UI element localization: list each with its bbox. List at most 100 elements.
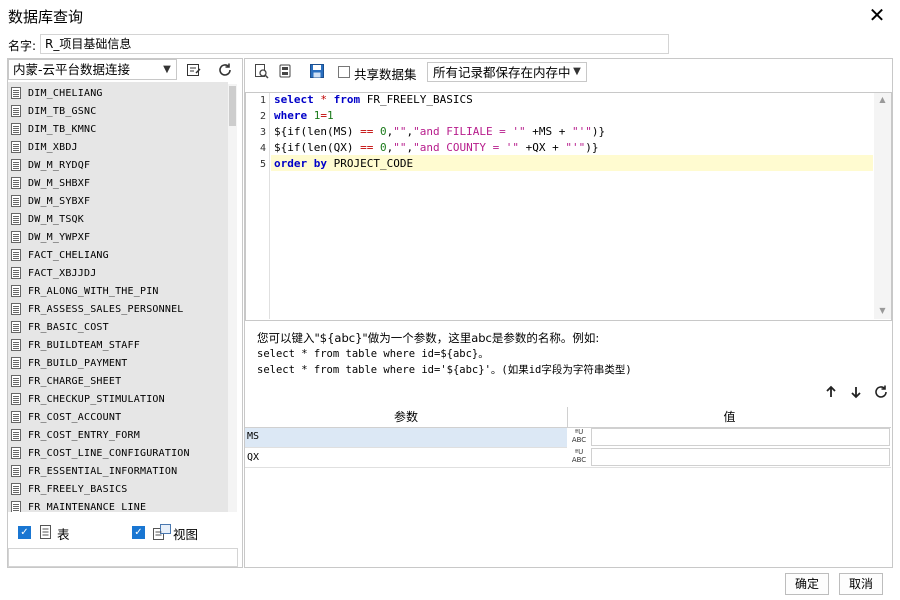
table-list-item[interactable]: DW_M_RYDQF (11, 156, 90, 174)
table-list-item[interactable]: DW_M_SYBXF (11, 192, 90, 210)
table-list-item[interactable]: FR_CHECKUP_STIMULATION (11, 390, 165, 408)
table-name: FR_CHECKUP_STIMULATION (28, 393, 165, 405)
line-number: 2 (259, 111, 266, 122)
table-search-input[interactable] (8, 548, 238, 567)
table-icon (11, 87, 21, 99)
table-filter-checkbox[interactable]: ✓ (18, 526, 31, 539)
table-icon (11, 411, 21, 423)
table-name: DW_M_RYDQF (28, 159, 91, 171)
table-icon (11, 105, 21, 117)
table-name: DIM_TB_GSNC (28, 105, 97, 117)
table-list-item[interactable]: FR_ESSENTIAL_INFORMATION (11, 462, 177, 480)
param-type-icon[interactable]: ªU ABC (567, 427, 591, 447)
code-line: ${if(len(MS) == 0,"","and FILIALE = '" +… (274, 125, 606, 138)
table-name: DIM_TB_KMNC (28, 123, 97, 135)
table-name: DW_M_SHBXF (28, 177, 91, 189)
table-list-item[interactable]: DW_M_YWPXF (11, 228, 90, 246)
table-name: DW_M_TSQK (28, 213, 84, 225)
table-name: DIM_XBDJ (28, 141, 78, 153)
param-type-icon[interactable]: ªU ABC (567, 447, 591, 467)
table-icon (11, 501, 21, 512)
table-name: FACT_XBJJDJ (28, 267, 97, 279)
name-input[interactable]: R_项目基础信息 (40, 34, 669, 54)
chevron-up-icon[interactable]: ▲ (874, 93, 891, 107)
code-line: ${if(len(QX) == 0,"","and COUNTY = '" +Q… (274, 141, 599, 154)
table-name: FR_COST_LINE_CONFIGURATION (28, 447, 190, 459)
table-list-item[interactable]: DIM_XBDJ (11, 138, 78, 156)
refresh-params-icon[interactable] (870, 382, 892, 402)
table-list-item[interactable]: DIM_CHELIANG (11, 84, 103, 102)
connection-select[interactable]: 内蒙-云平台数据连接 (8, 59, 177, 80)
chevron-down-icon[interactable]: ▼ (570, 64, 584, 80)
view-filter-checkbox[interactable]: ✓ (132, 526, 145, 539)
share-dataset-checkbox[interactable] (338, 66, 350, 78)
preview-icon[interactable] (250, 61, 272, 81)
param-value-input[interactable] (591, 448, 890, 466)
table-icon (11, 339, 21, 351)
arrow-up-icon[interactable] (820, 382, 842, 402)
table-icon (11, 213, 21, 225)
table-icon (11, 123, 21, 135)
edit-connection-icon[interactable] (183, 60, 205, 80)
table-name: FR_BUILDTEAM_STAFF (28, 339, 140, 351)
table-name: FR_FREELY_BASICS (28, 483, 128, 495)
line-number: 3 (259, 127, 266, 138)
table-icon (11, 141, 21, 153)
table-name: FR_CHARGE_SHEET (28, 375, 122, 387)
view-icon (152, 523, 172, 541)
table-list-item[interactable]: FR_COST_ENTRY_FORM (11, 426, 140, 444)
share-dataset-label: 共享数据集 (354, 67, 417, 82)
table-icon (11, 429, 21, 441)
table-name: FR_COST_ENTRY_FORM (28, 429, 140, 441)
table-list-item[interactable]: FR_ASSESS_SALES_PERSONNEL (11, 300, 184, 318)
table-list-item[interactable]: FR_CHARGE_SHEET (11, 372, 121, 390)
cancel-button[interactable]: 取消 (839, 573, 883, 595)
code-line: select * from FR_FREELY_BASICS (274, 93, 473, 106)
refresh-icon[interactable] (214, 60, 236, 80)
table-name: FR_MAINTENANCE_LINE (28, 501, 147, 513)
database-icon[interactable] (274, 61, 296, 81)
table-list-item[interactable]: FR_BASIC_COST (11, 318, 109, 336)
tree-scrollbar[interactable] (228, 84, 237, 512)
table-list-item[interactable]: DW_M_SHBXF (11, 174, 90, 192)
memory-mode-select[interactable]: 所有记录都保存在内存中 (427, 62, 587, 82)
table-list-item[interactable]: FR_MAINTENANCE_LINE (11, 498, 146, 512)
table-icon (11, 195, 21, 207)
save-icon[interactable] (306, 61, 328, 81)
close-icon[interactable]: ✕ (866, 4, 888, 26)
table-list-item[interactable]: FACT_CHELIANG (11, 246, 109, 264)
tree-scrollbar-thumb[interactable] (229, 86, 236, 126)
table-name: FR_ESSENTIAL_INFORMATION (28, 465, 178, 477)
table-list-item[interactable]: FR_BUILDTEAM_STAFF (11, 336, 140, 354)
editor-scrollbar[interactable]: ▲ ▼ (874, 93, 891, 319)
table-icon (39, 524, 53, 540)
table-list-item[interactable]: FR_FREELY_BASICS (11, 480, 128, 498)
table-list-item[interactable]: DIM_TB_KMNC (11, 120, 96, 138)
table-tree[interactable]: DIM_CHELIANG DIM_TB_GSNC DIM_TB_KMNC DIM_XB… (8, 82, 238, 512)
table-list-item[interactable]: FACT_XBJJDJ (11, 264, 96, 282)
table-list-item[interactable]: DW_M_TSQK (11, 210, 84, 228)
table-list-item[interactable]: FR_COST_LINE_CONFIGURATION (11, 444, 190, 462)
param-name-cell[interactable]: MS (245, 427, 567, 447)
line-number: 4 (259, 143, 266, 154)
table-icon (11, 357, 21, 369)
param-value-input[interactable] (591, 428, 890, 446)
table-list-item[interactable]: FR_ALONG_WITH_THE_PIN (11, 282, 159, 300)
table-name: DW_M_YWPXF (28, 231, 91, 243)
table-list-item[interactable]: FR_BUILD_PAYMENT (11, 354, 128, 372)
param-value-header: 值 (568, 407, 891, 428)
table-icon (11, 465, 21, 477)
arrow-down-icon[interactable] (845, 382, 867, 402)
chevron-down-icon[interactable]: ▼ (874, 304, 891, 318)
param-name-cell[interactable]: QX (245, 447, 567, 467)
view-filter-label: 视图 (173, 527, 199, 542)
code-line: where 1=1 (274, 109, 334, 122)
chevron-down-icon[interactable]: ▼ (159, 61, 175, 78)
ok-button[interactable]: 确定 (785, 573, 829, 595)
table-list-item[interactable]: FR_COST_ACCOUNT (11, 408, 121, 426)
table-name: FR_ASSESS_SALES_PERSONNEL (28, 303, 184, 315)
table-list-item[interactable]: DIM_TB_GSNC (11, 102, 96, 120)
line-number: 5 (259, 159, 266, 170)
memory-mode-value: 所有记录都保存在内存中 (433, 65, 571, 80)
table-name: FR_COST_ACCOUNT (28, 411, 122, 423)
